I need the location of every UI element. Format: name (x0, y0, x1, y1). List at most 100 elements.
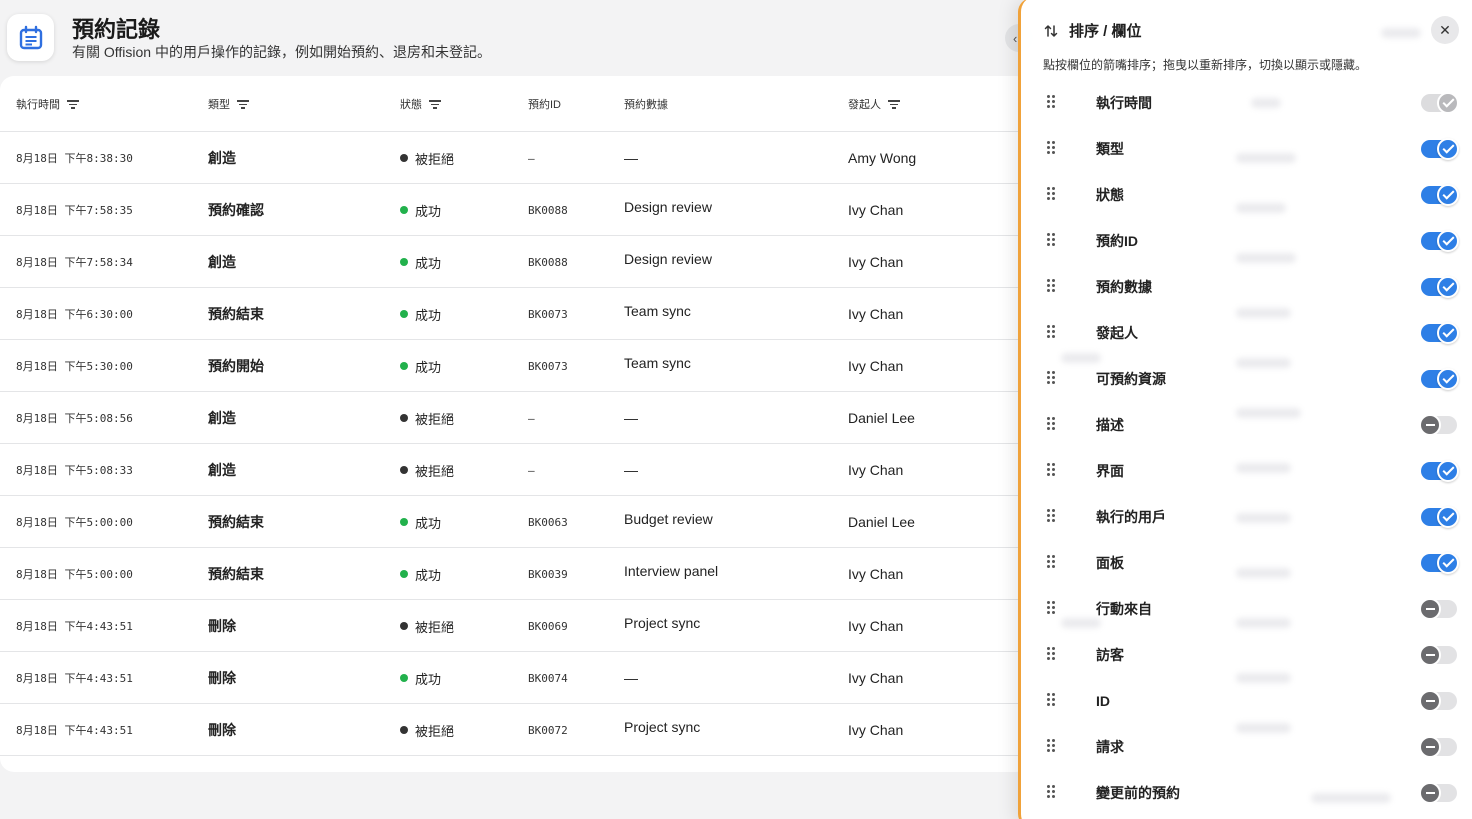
visibility-toggle[interactable] (1421, 368, 1459, 390)
column-setting-row[interactable]: 預約數據 (1021, 264, 1472, 310)
visibility-toggle[interactable] (1421, 230, 1459, 252)
drag-handle-icon[interactable] (1047, 739, 1057, 753)
drag-handle-icon[interactable] (1047, 371, 1057, 385)
drag-handle-icon[interactable] (1047, 601, 1057, 615)
column-setting-row[interactable]: 面板 (1021, 540, 1472, 586)
booking-id: – (528, 463, 535, 477)
table-row[interactable]: 8月18日 下午5:00:00 預約結束 成功 BK0063 Budget review… (0, 496, 1030, 548)
drag-handle-icon[interactable] (1047, 187, 1057, 201)
drag-handle-icon[interactable] (1047, 95, 1057, 109)
booking-id: BK0074 (528, 671, 568, 685)
execution-time: 8月18日 下午5:00:00 (16, 516, 133, 529)
visibility-toggle[interactable] (1419, 782, 1457, 804)
column-setting-row[interactable]: 狀態 (1021, 172, 1472, 218)
status-dot (400, 622, 408, 630)
column-setting-label: 訪客 (1096, 647, 1124, 663)
visibility-toggle[interactable] (1419, 644, 1457, 666)
column-setting-row[interactable]: 可預約資源 (1021, 356, 1472, 402)
column-setting-row[interactable]: 描述 (1021, 402, 1472, 448)
table-row[interactable]: 8月18日 下午7:58:34 創造 成功 BK0088 Design review Iv… (0, 236, 1030, 288)
drag-handle-icon[interactable] (1047, 647, 1057, 661)
column-setting-row[interactable]: 請求 (1021, 724, 1472, 770)
status-text: 被拒絕 (415, 411, 455, 427)
table-row[interactable]: 8月18日 下午8:38:30 創造 被拒絕 – — Amy Wong (0, 132, 1030, 184)
column-header[interactable]: 預約數據 (624, 76, 668, 132)
drag-handle-icon[interactable] (1047, 785, 1057, 799)
booking-id: – (528, 411, 535, 425)
status-text: 成功 (415, 515, 442, 531)
drag-handle-icon[interactable] (1047, 555, 1057, 569)
column-setting-row[interactable]: 界面 (1021, 448, 1472, 494)
table-row[interactable]: 8月18日 下午5:08:33 創造 被拒絕 – — Ivy Chan (0, 444, 1030, 496)
visibility-toggle[interactable] (1421, 552, 1459, 574)
filter-icon[interactable] (67, 99, 79, 109)
initiator: Ivy Chan (848, 618, 904, 634)
status-badge: 成功 (400, 236, 441, 288)
visibility-toggle[interactable] (1419, 690, 1457, 712)
status-text: 成功 (415, 255, 442, 271)
execution-time: 8月18日 下午5:00:00 (16, 568, 133, 581)
table-row[interactable]: 8月18日 下午5:08:56 創造 被拒絕 – — Daniel Lee (0, 392, 1030, 444)
log-type: 刪除 (208, 618, 236, 634)
visibility-toggle[interactable] (1421, 460, 1459, 482)
page-subtitle: 有關 Offision 中的用戶操作的記錄，例如開始預約、退房和未登記。 (72, 44, 491, 60)
column-header[interactable]: 執行時間 (16, 76, 79, 132)
table-row[interactable]: 8月18日 下午5:30:00 預約開始 成功 BK0073 Team sync Ivy … (0, 340, 1030, 392)
check-icon (1441, 463, 1455, 476)
visibility-toggle[interactable] (1421, 506, 1459, 528)
column-header[interactable]: 類型 (208, 76, 249, 132)
filter-icon[interactable] (237, 99, 249, 109)
visibility-toggle[interactable] (1421, 276, 1459, 298)
visibility-toggle[interactable] (1419, 598, 1457, 620)
check-icon (1441, 371, 1455, 384)
table-row[interactable]: 8月18日 下午4:43:51 刪除 被拒絕 BK0072 Project sync Iv… (0, 704, 1030, 756)
column-setting-row[interactable]: ID (1021, 678, 1472, 724)
drag-handle-icon[interactable] (1047, 279, 1057, 293)
booking-id: BK0072 (528, 723, 568, 737)
minus-icon (1425, 700, 1435, 702)
column-setting-row[interactable]: 類型 (1021, 126, 1472, 172)
toggle-knob (1437, 552, 1459, 574)
toggle-knob (1437, 368, 1459, 390)
visibility-toggle[interactable] (1421, 184, 1459, 206)
log-type: 預約確認 (208, 202, 264, 218)
close-icon[interactable]: ✕ (1431, 16, 1459, 44)
table-row[interactable]: 8月18日 下午6:30:00 預約結束 成功 BK0073 Team sync Ivy … (0, 288, 1030, 340)
table-row[interactable]: 8月18日 下午4:43:51 刪除 被拒絕 BK0069 Project sync Iv… (0, 600, 1030, 652)
column-setting-row[interactable]: 發起人 (1021, 310, 1472, 356)
booking-id: – (528, 151, 535, 165)
filter-icon[interactable] (888, 99, 900, 109)
table-row[interactable]: 8月18日 下午4:43:51 刪除 成功 BK0074 — Ivy Chan (0, 652, 1030, 704)
execution-time: 8月18日 下午5:08:33 (16, 464, 133, 477)
column-header[interactable]: 預約ID (528, 76, 561, 132)
column-setting-row[interactable]: 訪客 (1021, 632, 1472, 678)
drag-handle-icon[interactable] (1047, 141, 1057, 155)
status-dot (400, 414, 408, 422)
visibility-toggle[interactable] (1419, 736, 1457, 758)
column-setting-row[interactable]: 行動來自 (1021, 586, 1472, 632)
column-header-label: 預約ID (528, 99, 561, 111)
drag-handle-icon[interactable] (1047, 509, 1057, 523)
drag-handle-icon[interactable] (1047, 693, 1057, 707)
visibility-toggle[interactable] (1419, 414, 1457, 436)
table-row[interactable]: 8月18日 下午5:00:00 預約結束 成功 BK0039 Interview pan… (0, 548, 1030, 600)
execution-time: 8月18日 下午7:58:34 (16, 256, 133, 269)
table-row[interactable]: 8月18日 下午7:58:35 預約確認 成功 BK0088 Design review… (0, 184, 1030, 236)
visibility-toggle[interactable] (1421, 138, 1459, 160)
drag-handle-icon[interactable] (1047, 417, 1057, 431)
drag-handle-icon[interactable] (1047, 325, 1057, 339)
filter-icon[interactable] (429, 99, 441, 109)
visibility-toggle[interactable] (1421, 322, 1459, 344)
drag-handle-icon[interactable] (1047, 463, 1057, 477)
initiator: Ivy Chan (848, 462, 904, 478)
column-setting-row[interactable]: 執行時間 (1021, 80, 1472, 126)
drag-handle-icon[interactable] (1047, 233, 1057, 247)
status-badge: 被拒絕 (400, 444, 454, 496)
column-setting-label: 請求 (1096, 739, 1124, 755)
column-setting-row[interactable]: 預約ID (1021, 218, 1472, 264)
column-header[interactable]: 發起人 (848, 76, 900, 132)
column-setting-row[interactable]: 執行的用戶 (1021, 494, 1472, 540)
column-header[interactable]: 狀態 (400, 76, 441, 132)
execution-time: 8月18日 下午4:43:51 (16, 724, 133, 737)
column-setting-row[interactable]: 變更前的預約 (1021, 770, 1472, 816)
